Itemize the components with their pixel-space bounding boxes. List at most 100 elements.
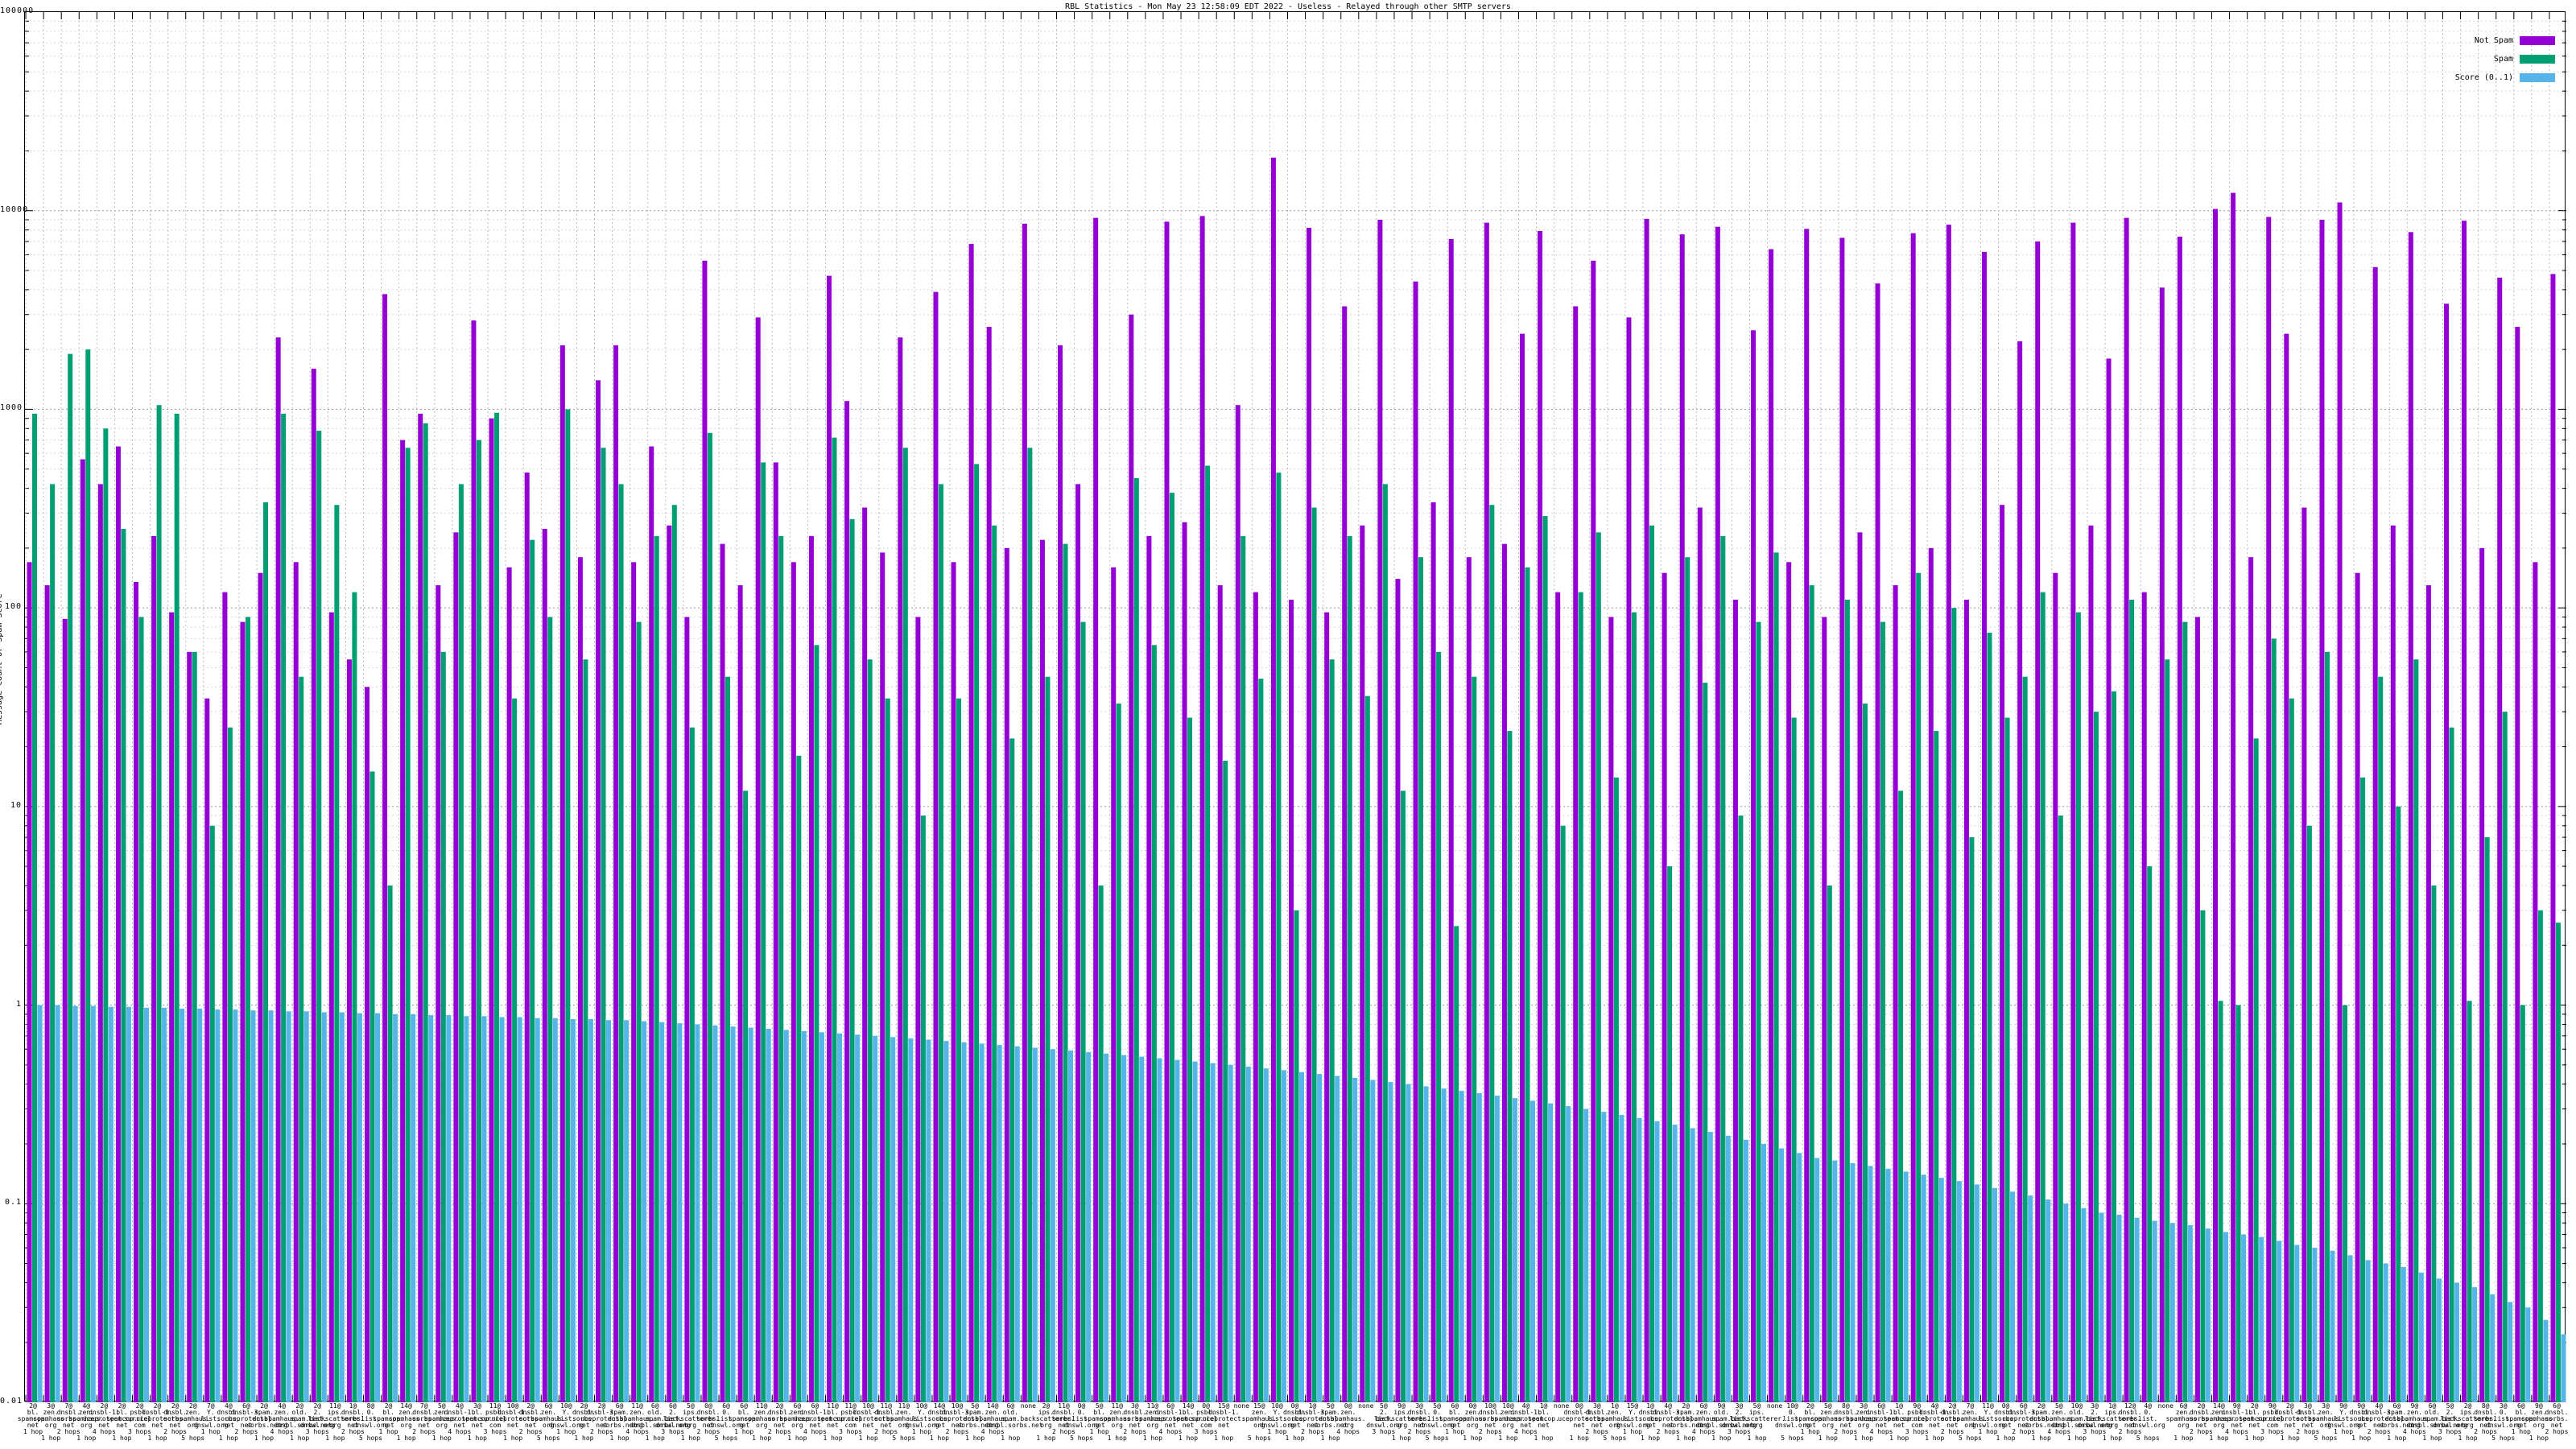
bar-spam (619, 484, 624, 1402)
bar-not-spam (1876, 283, 1880, 1402)
bar-not-spam (1093, 218, 1098, 1402)
bar-score (749, 1028, 753, 1402)
bar-score (2241, 1235, 2246, 1402)
bar-not-spam (1786, 562, 1791, 1402)
bar-not-spam (98, 484, 103, 1402)
bar-score (2135, 1218, 2140, 1402)
bar-score (2384, 1264, 2388, 1402)
bar-not-spam (1289, 600, 1294, 1402)
bar-not-spam (2319, 220, 2324, 1402)
bar-score (1264, 1068, 1269, 1402)
bar-not-spam (2338, 203, 2343, 1402)
bar-spam (85, 349, 90, 1402)
bar-spam (1241, 536, 1245, 1402)
bar-spam (2236, 1005, 2241, 1402)
legend-row-score: Score (0..1) (2455, 72, 2555, 83)
bar-not-spam (1645, 219, 1649, 1402)
bar-not-spam (2301, 508, 2306, 1402)
bar-score (1424, 1086, 1429, 1402)
bar-score (1104, 1054, 1108, 1402)
bar-spam (708, 433, 712, 1402)
bar-not-spam (2426, 585, 2431, 1402)
bar-score (677, 1023, 682, 1402)
bar-spam (1507, 731, 1512, 1402)
bar-spam (103, 428, 108, 1402)
y-tick-label: 100 (0, 603, 22, 611)
legend-label-not-spam: Not Spam (2475, 36, 2513, 45)
bar-score (464, 1016, 469, 1402)
bar-not-spam (915, 617, 920, 1402)
bar-not-spam (63, 619, 68, 1402)
bar-not-spam (809, 536, 814, 1402)
bar-score (1051, 1049, 1055, 1402)
bar-score (2366, 1260, 2371, 1402)
bar-not-spam (1555, 592, 1560, 1402)
bar-spam (494, 413, 499, 1402)
bar-not-spam (969, 244, 974, 1402)
bar-spam (441, 652, 446, 1402)
bar-score (766, 1029, 771, 1402)
bar-not-spam (329, 613, 334, 1402)
bar-spam (1579, 592, 1583, 1402)
bar-not-spam (1538, 231, 1542, 1402)
bar-spam (921, 815, 926, 1402)
bar-not-spam (2284, 334, 2289, 1402)
bar-score (1246, 1067, 1251, 1402)
bar-not-spam (1573, 307, 1578, 1402)
bar-spam (1880, 622, 1885, 1402)
bar-not-spam (2035, 242, 2040, 1402)
bar-score (997, 1045, 1002, 1402)
bar-spam (228, 728, 233, 1402)
bar-score (1513, 1098, 1517, 1402)
bar-not-spam (2124, 218, 2129, 1402)
bar-spam (316, 431, 321, 1402)
bar-score (2294, 1245, 2299, 1402)
bar-not-spam (1929, 548, 1934, 1402)
bar-score (1744, 1140, 1748, 1402)
bar-score (1939, 1178, 1944, 1402)
bar-not-spam (1822, 617, 1827, 1402)
bar-spam (1294, 910, 1299, 1402)
bar-score (855, 1034, 860, 1402)
bar-not-spam (827, 276, 832, 1402)
bar-spam (1117, 704, 1121, 1402)
bar-not-spam (2160, 287, 2165, 1402)
bar-not-spam (1626, 317, 1631, 1402)
bar-spam (1898, 791, 1903, 1402)
bar-not-spam (382, 294, 387, 1402)
bar-score (1406, 1084, 1410, 1402)
bar-spam (2431, 886, 2436, 1402)
bar-spam (1969, 837, 1974, 1402)
bar-spam (637, 622, 642, 1402)
bar-spam (743, 791, 748, 1402)
bar-spam (68, 354, 72, 1402)
bar-score (2010, 1191, 2015, 1402)
bar-not-spam (1680, 234, 1685, 1402)
bar-spam (1276, 473, 1281, 1402)
bar-spam (1063, 544, 1068, 1402)
bar-score (1690, 1128, 1695, 1402)
plot-area (24, 11, 2566, 1402)
bar-spam (2041, 592, 2046, 1402)
bar-score (731, 1026, 736, 1402)
bar-spam (477, 440, 481, 1402)
bar-spam (2503, 712, 2508, 1402)
bar-score (2259, 1237, 2264, 1402)
bar-not-spam (347, 659, 352, 1402)
bar-not-spam (2000, 505, 2004, 1402)
bar-spam (1934, 731, 1938, 1402)
bar-score (1015, 1046, 1020, 1402)
bar-score (1975, 1184, 1979, 1402)
bar-not-spam (204, 699, 209, 1402)
bar-spam (1258, 679, 1263, 1402)
bar-not-spam (1733, 600, 1738, 1402)
bar-score (606, 1020, 611, 1402)
bar-not-spam (2017, 341, 2022, 1402)
bar-score (1904, 1171, 1909, 1402)
bar-spam (50, 484, 55, 1402)
bar-spam (1774, 552, 1779, 1402)
bar-spam (2467, 1001, 2472, 1402)
bar-not-spam (1218, 585, 1223, 1402)
bar-spam (1418, 557, 1423, 1402)
bar-score (38, 1005, 43, 1402)
